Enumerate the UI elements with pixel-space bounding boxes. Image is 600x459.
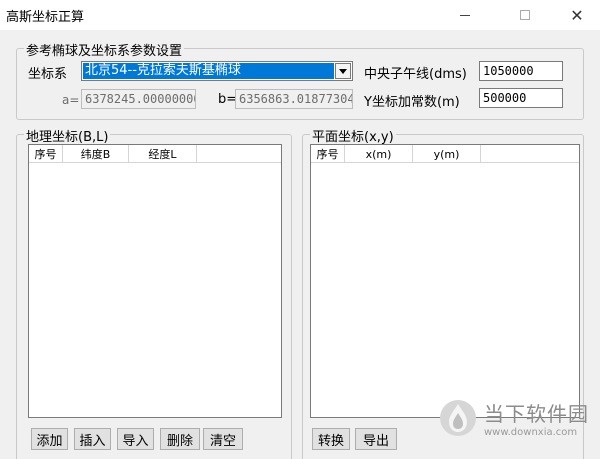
downxia-logo-icon — [438, 398, 478, 438]
b-field[interactable]: 6356863.018773047 — [235, 89, 353, 109]
maximize-button[interactable] — [502, 0, 548, 30]
y-const-label: Y坐标加常数(m) — [364, 95, 460, 110]
window-title: 高斯坐标正算 — [6, 10, 85, 25]
coord-system-label: 坐标系 — [28, 67, 68, 82]
a-field[interactable]: 6378245.000000000 — [81, 89, 196, 109]
plane-col-y[interactable]: y(m) — [413, 145, 481, 163]
title-bar: 高斯坐标正算 ✕ — [0, 0, 600, 30]
insert-button[interactable]: 插入 — [74, 428, 111, 450]
geo-col-longitude[interactable]: 经度L — [129, 145, 197, 163]
coord-system-select[interactable]: 北京54--克拉索夫斯基椭球 — [81, 61, 353, 81]
geo-group-label: 地理坐标(B,L) — [24, 126, 111, 145]
minimize-button[interactable] — [442, 0, 488, 30]
export-button[interactable]: 导出 — [355, 428, 397, 450]
maximize-icon — [520, 10, 530, 20]
geo-list-header: 序号 纬度B 经度L — [29, 145, 281, 163]
chevron-down-icon — [339, 68, 347, 74]
plane-col-index[interactable]: 序号 — [311, 145, 345, 163]
plane-list[interactable]: 序号 x(m) y(m) — [310, 144, 580, 418]
plane-list-header: 序号 x(m) y(m) — [311, 145, 579, 163]
clear-button[interactable]: 清空 — [203, 428, 243, 450]
watermark: 当下软件园 www.downxia.com — [438, 398, 589, 438]
delete-button[interactable]: 删除 — [160, 428, 200, 450]
import-button[interactable]: 导入 — [117, 428, 154, 450]
geo-col-index[interactable]: 序号 — [29, 145, 63, 163]
geo-col-latitude[interactable]: 纬度B — [63, 145, 129, 163]
convert-button[interactable]: 转换 — [312, 428, 350, 450]
central-meridian-field[interactable]: 1050000 — [479, 61, 563, 81]
close-button[interactable]: ✕ — [554, 0, 600, 30]
watermark-url: www.downxia.com — [484, 427, 578, 438]
add-button[interactable]: 添加 — [31, 428, 68, 450]
geo-list[interactable]: 序号 纬度B 经度L — [28, 144, 282, 418]
y-const-field[interactable]: 500000 — [479, 88, 563, 108]
dropdown-button[interactable] — [335, 63, 351, 79]
plane-group-label: 平面坐标(x,y) — [310, 126, 396, 145]
watermark-name: 当下软件园 — [484, 402, 589, 426]
close-icon: ✕ — [570, 5, 584, 25]
central-meridian-label: 中央子午线(dms) — [364, 67, 467, 82]
a-label: a= — [62, 93, 80, 107]
coord-system-value: 北京54--克拉索夫斯基椭球 — [83, 63, 334, 79]
params-group-label: 参考椭球及坐标系参数设置 — [24, 40, 185, 59]
minimize-icon — [460, 14, 470, 16]
plane-col-x[interactable]: x(m) — [345, 145, 413, 163]
